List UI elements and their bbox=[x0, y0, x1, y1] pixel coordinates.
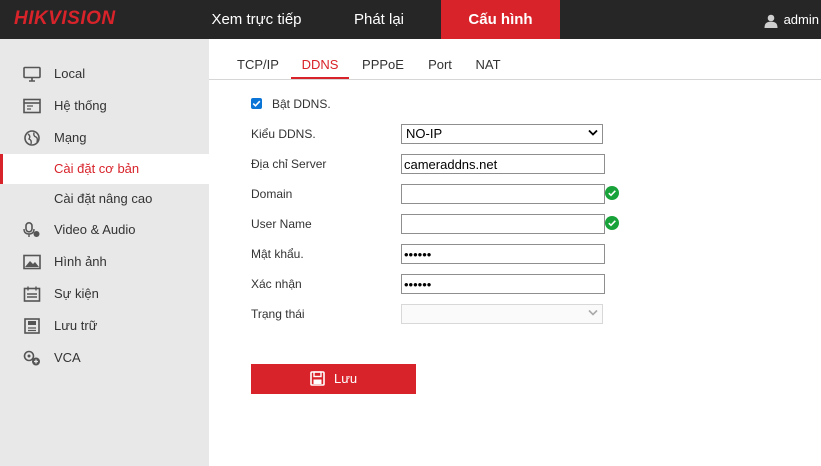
password-label: Mật khẩu. bbox=[251, 247, 304, 261]
username-input[interactable] bbox=[401, 214, 605, 234]
sidebar-item-image[interactable]: Hình ảnh bbox=[0, 247, 209, 277]
storage-icon bbox=[24, 318, 40, 334]
tab-pppoe[interactable]: PPPoE bbox=[359, 39, 407, 77]
sidebar-item-label: Sự kiện bbox=[54, 286, 99, 301]
server-address-label: Địa chỉ Server bbox=[251, 157, 327, 171]
tab-bar: TCP/IP DDNS PPPoE Port NAT bbox=[209, 39, 821, 80]
enable-ddns-label: Bật DDNS. bbox=[272, 97, 331, 111]
status-select bbox=[401, 304, 603, 324]
logo-vision: VISION bbox=[48, 8, 116, 29]
image-icon bbox=[23, 254, 41, 270]
sidebar-item-label: VCA bbox=[54, 350, 81, 365]
ddns-type-select[interactable]: NO-IP bbox=[401, 124, 603, 144]
sidebar-item-label: Hình ảnh bbox=[54, 254, 107, 269]
globe-icon bbox=[24, 130, 40, 146]
sidebar-item-local[interactable]: Local bbox=[0, 59, 209, 89]
status-label: Trạng thái bbox=[251, 307, 305, 321]
server-address-input[interactable] bbox=[401, 154, 605, 174]
sidebar-item-video-audio[interactable]: Video & Audio bbox=[0, 215, 209, 245]
logo-hik: HIK bbox=[14, 8, 49, 29]
sidebar-item-label: Cài đặt nâng cao bbox=[54, 191, 153, 206]
user-icon bbox=[764, 14, 778, 28]
tab-tcpip[interactable]: TCP/IP bbox=[233, 39, 283, 77]
sidebar-subitem-advanced-settings[interactable]: Cài đặt nâng cao bbox=[0, 184, 209, 214]
checkmark-icon bbox=[252, 100, 261, 107]
sidebar-item-system[interactable]: Hệ thống bbox=[0, 91, 209, 121]
sidebar-item-events[interactable]: Sự kiện bbox=[0, 279, 209, 309]
floppy-disk-icon bbox=[310, 371, 325, 386]
username-label: User Name bbox=[251, 217, 312, 231]
chevron-down-icon bbox=[588, 129, 598, 136]
tab-nat[interactable]: NAT bbox=[473, 39, 503, 77]
sidebar-item-label: Cài đặt cơ bản bbox=[54, 161, 140, 176]
top-bar: HIKVISION Xem trực tiếp Phát lại Cấu hìn… bbox=[0, 0, 821, 39]
domain-label: Domain bbox=[251, 187, 293, 201]
vca-icon bbox=[23, 350, 40, 366]
save-button[interactable]: Lưu bbox=[251, 364, 416, 394]
sidebar-item-label: Hệ thống bbox=[54, 98, 107, 113]
sidebar-item-storage[interactable]: Lưu trữ bbox=[0, 311, 209, 341]
password-input[interactable] bbox=[401, 244, 605, 264]
nav-playback[interactable]: Phát lại bbox=[330, 0, 428, 39]
enable-ddns-checkbox[interactable] bbox=[251, 98, 262, 109]
microphone-icon bbox=[23, 222, 40, 237]
monitor-icon bbox=[23, 66, 41, 82]
nav-configuration[interactable]: Cấu hình bbox=[441, 0, 560, 39]
save-button-label: Lưu bbox=[334, 371, 358, 386]
sidebar-subitem-basic-settings[interactable]: Cài đặt cơ bản bbox=[0, 154, 209, 184]
calendar-icon bbox=[23, 286, 41, 302]
user-menu[interactable]: admin bbox=[764, 0, 819, 39]
ddns-type-label: Kiểu DDNS. bbox=[251, 127, 316, 141]
username-valid-icon bbox=[605, 216, 619, 230]
confirm-password-label: Xác nhận bbox=[251, 277, 302, 291]
window-icon bbox=[23, 98, 41, 114]
sidebar-item-label: Local bbox=[54, 66, 86, 81]
nav-live-view[interactable]: Xem trực tiếp bbox=[190, 0, 323, 39]
hikvision-logo: HIKVISION bbox=[14, 8, 116, 30]
sidebar-item-label: Video & Audio bbox=[54, 222, 136, 237]
domain-valid-icon bbox=[605, 186, 619, 200]
sidebar-item-vca[interactable]: VCA bbox=[0, 343, 209, 373]
sidebar-item-network[interactable]: Mạng bbox=[0, 123, 209, 153]
sidebar-item-label: Mạng bbox=[54, 130, 87, 145]
ddns-type-value: NO-IP bbox=[406, 126, 443, 141]
tab-port[interactable]: Port bbox=[425, 39, 455, 77]
sidebar-item-label: Lưu trữ bbox=[54, 318, 98, 333]
sidebar: Local Hệ thống Mạng Cài đặt cơ bản Cài đ… bbox=[0, 39, 209, 466]
user-name: admin bbox=[783, 12, 819, 27]
domain-input[interactable] bbox=[401, 184, 605, 204]
tab-ddns[interactable]: DDNS bbox=[291, 39, 349, 79]
chevron-down-icon bbox=[588, 309, 598, 316]
confirm-password-input[interactable] bbox=[401, 274, 605, 294]
